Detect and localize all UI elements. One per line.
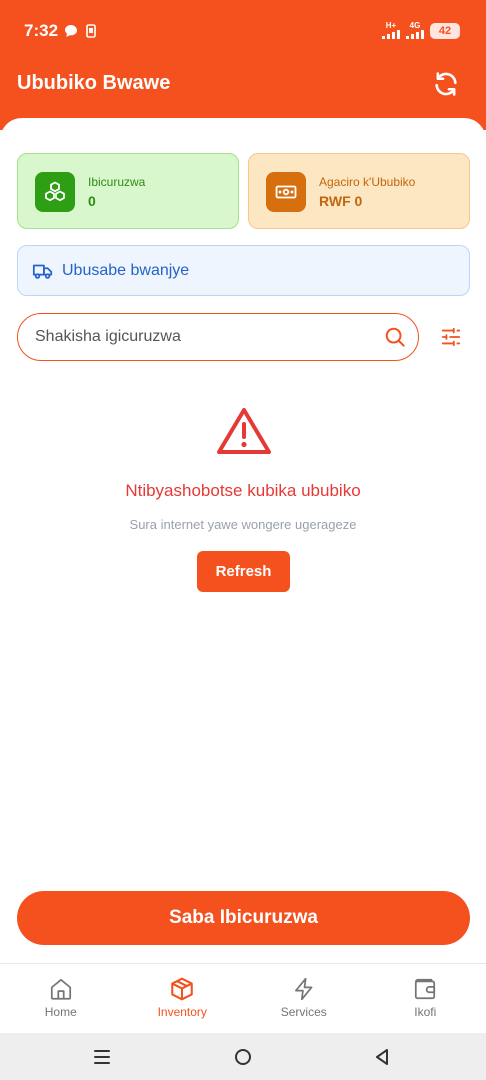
signal-icon: H+ <box>382 22 400 39</box>
bottom-nav: Home Inventory Services Ikofi <box>0 963 486 1033</box>
back-icon[interactable] <box>371 1046 393 1068</box>
search-input[interactable] <box>35 314 375 359</box>
main-content: Ibicuruzwa 0 Agaciro k'Ububiko RWF 0 Ubu… <box>0 118 486 963</box>
status-notification-icons <box>64 24 96 38</box>
inventory-value-stat-label: Agaciro k'Ububiko <box>319 175 416 189</box>
home-circle-icon[interactable] <box>232 1046 254 1068</box>
nav-item-home[interactable]: Home <box>0 964 122 1033</box>
nav-label-home: Home <box>44 1005 77 1019</box>
filter-icon[interactable] <box>440 326 462 348</box>
wallet-icon <box>415 978 436 1000</box>
search-box <box>17 313 419 361</box>
my-orders-button[interactable]: Ubusabe bwanjye <box>17 245 470 296</box>
status-bar: 7:32 H+ 4G 42 <box>0 0 486 60</box>
nav-label-services: Services <box>280 1005 327 1019</box>
box-icon <box>171 977 194 1001</box>
truck-icon <box>32 264 53 279</box>
search-icon[interactable] <box>384 326 406 348</box>
inventory-value-stat-card[interactable]: Agaciro k'Ububiko RWF 0 <box>248 153 470 229</box>
home-icon <box>50 978 71 1000</box>
status-right-icons: H+ 4G 42 <box>382 22 460 39</box>
nav-item-inventory[interactable]: Inventory <box>122 964 244 1033</box>
menu-icon[interactable] <box>91 1046 113 1068</box>
refresh-icon[interactable] <box>432 70 460 98</box>
status-time: 7:32 <box>24 21 59 40</box>
products-stat-card[interactable]: Ibicuruzwa 0 <box>17 153 239 229</box>
my-orders-label: Ubusabe bwanjye <box>62 261 190 279</box>
error-title: Ntibyashobotse kubika ububiko <box>125 481 361 500</box>
retry-button[interactable]: Refresh <box>197 551 290 592</box>
battery-level: 42 <box>438 24 452 37</box>
error-subtitle: Sura internet yawe wongere ugerageze <box>129 517 357 532</box>
lightning-icon <box>294 977 313 1001</box>
system-nav-bar <box>0 1033 486 1080</box>
products-stat-value: 0 <box>88 193 96 209</box>
signal-icon-2: 4G <box>406 22 424 39</box>
page-title: Ububiko Bwawe <box>17 72 171 94</box>
cubes-icon <box>35 172 75 212</box>
inventory-value-stat-value: RWF 0 <box>319 193 363 209</box>
nav-label-inventory: Inventory <box>157 1005 207 1019</box>
nav-item-services[interactable]: Services <box>243 964 365 1033</box>
phone-storage-icon <box>86 24 96 38</box>
chat-icon <box>65 25 77 37</box>
products-stat-label: Ibicuruzwa <box>88 175 146 189</box>
nav-label-wallet: Ikofi <box>414 1005 437 1019</box>
battery-icon: 42 <box>430 22 460 39</box>
nav-item-wallet[interactable]: Ikofi <box>365 964 486 1033</box>
request-products-button[interactable]: Saba Ibicuruzwa <box>17 891 470 945</box>
warning-icon <box>217 408 271 454</box>
money-icon <box>266 172 306 212</box>
